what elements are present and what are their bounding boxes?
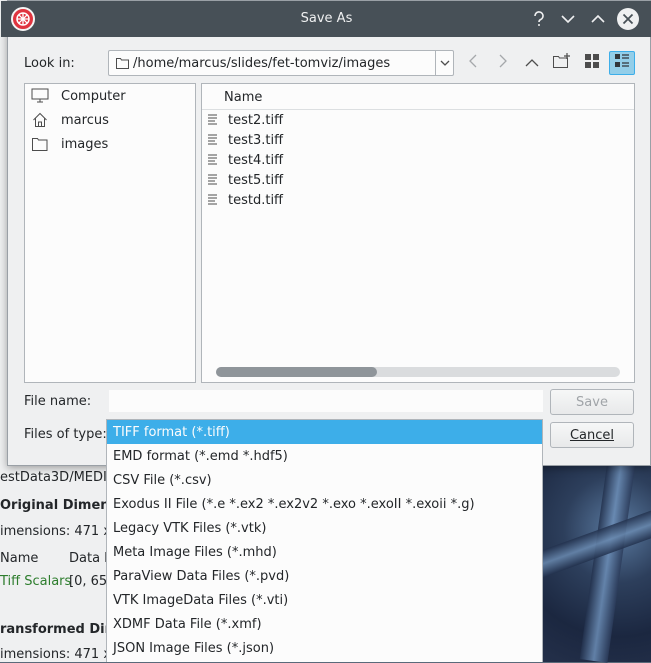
column-name-header[interactable]: Name (224, 90, 262, 105)
save-as-dialog: Save As Look in: /home/marcus/slides/fet… (1, 0, 651, 466)
place-images[interactable]: images (31, 134, 108, 154)
file-list-header[interactable]: Name (202, 84, 634, 110)
icon-view-button[interactable] (579, 51, 605, 75)
minimize-icon[interactable] (557, 8, 579, 30)
bg-transformed-heading: ransformed Dim (0, 622, 119, 637)
look-in-path: /home/marcus/slides/fet-tomviz/images (133, 56, 391, 71)
places-sidebar: Computer marcus images (24, 83, 196, 383)
detail-view-icon (614, 53, 630, 73)
image-file-icon (207, 154, 219, 167)
place-label-images: images (61, 136, 109, 152)
new-folder-icon (553, 53, 571, 73)
file-row[interactable]: test5.tiff (202, 170, 634, 190)
scrollbar-thumb[interactable] (216, 367, 377, 377)
file-type-dropdown-list[interactable]: TIFF format (*.tiff) EMD format (*.emd *… (106, 419, 543, 662)
save-button[interactable]: Save (550, 389, 634, 415)
image-file-icon (207, 114, 219, 127)
look-in-label: Look in: (24, 56, 75, 71)
bg-filename-text: estData3D/MEDIU (0, 470, 117, 485)
bg-dimensions-text-2: imensions: 471 x (0, 647, 112, 662)
bg-tiff-scalars: Tiff Scalars (0, 574, 72, 589)
file-row[interactable]: test4.tiff (202, 150, 634, 170)
file-name: test4.tiff (228, 152, 284, 168)
maximize-icon[interactable] (587, 8, 609, 30)
file-type-option[interactable]: TIFF format (*.tiff) (107, 420, 542, 444)
new-folder-button[interactable] (549, 51, 575, 75)
back-arrow-icon (469, 54, 477, 72)
computer-icon (31, 88, 49, 104)
file-name-input[interactable] (108, 389, 544, 413)
forward-arrow-icon (499, 54, 507, 72)
bg-col-name: Name (0, 551, 39, 566)
folder-icon (116, 57, 129, 73)
parent-directory-button[interactable] (519, 51, 545, 75)
file-name: test5.tiff (228, 172, 284, 188)
folder-icon (31, 136, 49, 152)
file-name-label: File name: (24, 394, 92, 409)
file-row[interactable]: testd.tiff (202, 190, 634, 210)
back-button[interactable] (460, 51, 486, 75)
up-arrow-icon (525, 56, 539, 71)
close-icon[interactable] (617, 8, 639, 30)
file-name: testd.tiff (228, 192, 284, 208)
icon-view-icon (584, 53, 600, 73)
cancel-button-label: Cancel (569, 427, 615, 443)
title-bar[interactable]: Save As (1, 1, 651, 37)
file-type-option[interactable]: JSON Image Files (*.json) (107, 636, 542, 660)
file-type-option[interactable]: EMD format (*.emd *.hdf5) (107, 444, 542, 468)
file-type-option[interactable]: Exodus II File (*.e *.ex2 *.ex2v2 *.exo … (107, 492, 542, 516)
file-row[interactable]: test2.tiff (202, 110, 634, 130)
horizontal-scrollbar[interactable] (216, 367, 620, 377)
place-marcus[interactable]: marcus (31, 110, 109, 130)
window-title: Save As (300, 11, 353, 26)
file-name: test3.tiff (228, 132, 284, 148)
file-type-option[interactable]: Legacy VTK Files (*.vtk) (107, 516, 542, 540)
file-name: test2.tiff (228, 112, 284, 128)
file-type-option[interactable]: VTK ImageData Files (*.vti) (107, 588, 542, 612)
image-file-icon (207, 134, 219, 147)
image-file-icon (207, 174, 219, 187)
file-row[interactable]: test3.tiff (202, 130, 634, 150)
cancel-button[interactable]: Cancel (550, 422, 634, 448)
background-visualization (520, 439, 651, 663)
home-icon (31, 112, 49, 128)
place-label-computer: Computer (61, 88, 126, 104)
help-icon[interactable] (528, 8, 550, 30)
look-in-combobox[interactable]: /home/marcus/slides/fet-tomviz/images (108, 50, 454, 76)
file-type-option[interactable]: ParaView Data Files (*.pvd) (107, 564, 542, 588)
place-label-marcus: marcus (61, 112, 109, 128)
bg-dimensions-text: imensions: 471 x (0, 524, 112, 539)
file-type-option[interactable]: XDMF Data File (*.xmf) (107, 612, 542, 636)
file-list: Name test2.tiff test3.tiff test4.tiff te… (201, 83, 635, 383)
detail-view-button[interactable] (609, 51, 635, 75)
forward-button[interactable] (490, 51, 516, 75)
file-type-option[interactable]: Meta Image Files (*.mhd) (107, 540, 542, 564)
place-computer[interactable]: Computer (31, 86, 126, 106)
image-file-icon (207, 194, 219, 207)
file-type-option[interactable]: CSV File (*.csv) (107, 468, 542, 492)
files-of-type-label: Files of type: (24, 427, 107, 442)
chevron-down-icon[interactable] (435, 51, 453, 75)
